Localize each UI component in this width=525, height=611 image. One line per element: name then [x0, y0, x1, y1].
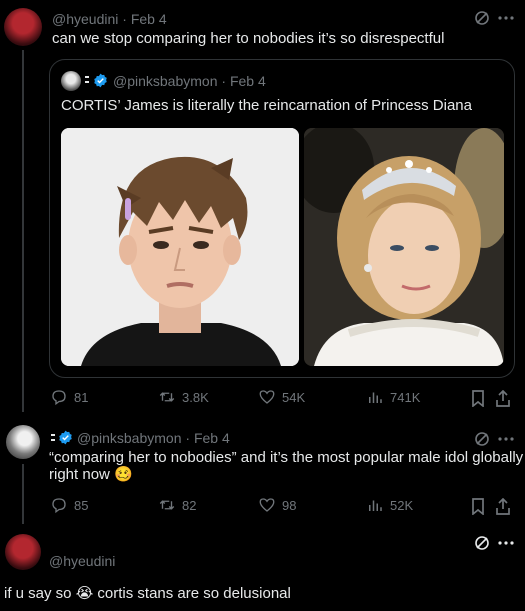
- views-icon: [369, 392, 382, 403]
- separator-dot: ·: [122, 11, 131, 27]
- quote-meta: @pinksbabymon · Feb 4: [113, 73, 266, 89]
- quote-text: CORTIS’ James is literally the reincarna…: [61, 97, 472, 114]
- share-icon[interactable]: [494, 497, 512, 515]
- like-action[interactable]: 98: [258, 496, 296, 514]
- reply-action[interactable]: 85: [50, 496, 88, 514]
- retweet-count: 3.8K: [182, 389, 209, 405]
- like-icon: [259, 390, 275, 404]
- tweet-2-date[interactable]: Feb 4: [194, 430, 230, 446]
- tweet-2-text-line2: right now 🥴: [49, 465, 133, 485]
- woozy-face-emoji: 🥴: [114, 466, 133, 483]
- retweet-action[interactable]: 82: [158, 496, 196, 514]
- grok-icon[interactable]: [473, 430, 491, 448]
- retweet-icon: [159, 392, 175, 402]
- tweet-2-handle[interactable]: @pinksbabymon: [77, 430, 182, 446]
- tweet-2-meta: @pinksbabymon · Feb 4: [77, 430, 230, 446]
- more-icon[interactable]: [496, 430, 516, 448]
- verified-badge-icon: [58, 430, 73, 450]
- like-icon: [259, 498, 275, 512]
- views-action[interactable]: 52K: [366, 496, 413, 514]
- small-dots-icon: [50, 431, 56, 445]
- composer-text[interactable]: if u say so 😭 cortis stans are so delusi…: [4, 584, 291, 604]
- grok-icon[interactable]: [473, 534, 491, 552]
- quote-date[interactable]: Feb 4: [230, 73, 266, 89]
- reply-icon: [52, 390, 66, 406]
- tweet-1-text: can we stop comparing her to nobodies it…: [52, 30, 445, 47]
- loudly-crying-emoji: 😭: [75, 585, 94, 602]
- like-count: 98: [282, 497, 297, 513]
- retweet-icon: [159, 500, 175, 510]
- quote-image-diana[interactable]: [304, 128, 504, 366]
- avatar-hyeudini[interactable]: [4, 8, 42, 46]
- separator-dot: ·: [221, 73, 230, 89]
- quote-image-james[interactable]: [61, 128, 299, 366]
- composer-text-after: cortis stans are so delusional: [97, 585, 291, 602]
- avatar-pinksbabymon-large[interactable]: [6, 425, 40, 459]
- quote-handle[interactable]: @pinksbabymon: [113, 73, 218, 89]
- tweet-1-date[interactable]: Feb 4: [131, 11, 167, 27]
- tweet-2-text-line2-content: right now: [49, 466, 110, 483]
- small-dots-icon: [84, 73, 90, 87]
- views-count: 52K: [390, 497, 414, 513]
- tweet-1-handle[interactable]: @hyeudini: [52, 11, 118, 27]
- verified-badge-icon: [93, 73, 108, 93]
- views-count: 741K: [390, 389, 421, 405]
- reply-count: 81: [74, 389, 89, 405]
- reply-action[interactable]: 81: [50, 388, 88, 406]
- retweet-count: 82: [182, 497, 197, 513]
- like-count: 54K: [282, 389, 306, 405]
- more-icon[interactable]: [496, 534, 516, 552]
- more-icon[interactable]: [496, 9, 516, 27]
- reply-count: 85: [74, 497, 89, 513]
- composer-text-before: if u say so: [4, 585, 72, 602]
- grok-icon[interactable]: [473, 9, 491, 27]
- views-icon: [369, 500, 382, 511]
- like-action[interactable]: 54K: [258, 388, 305, 406]
- reply-icon: [52, 498, 66, 514]
- separator-dot: ·: [185, 430, 194, 446]
- composer-handle: @hyeudini: [49, 553, 116, 569]
- quote-card[interactable]: @pinksbabymon · Feb 4 CORTIS’ James is l…: [49, 59, 515, 378]
- thread-line: [22, 464, 24, 524]
- share-icon[interactable]: [494, 389, 512, 407]
- retweet-action[interactable]: 3.8K: [158, 388, 209, 406]
- views-action[interactable]: 741K: [366, 388, 420, 406]
- tweet-1-meta: @hyeudini · Feb 4: [52, 11, 167, 27]
- avatar-hyeudini-composer[interactable]: [5, 534, 41, 570]
- avatar-pinksbabymon[interactable]: [61, 71, 81, 91]
- bookmark-icon[interactable]: [469, 389, 487, 407]
- thread-line: [22, 50, 24, 412]
- bookmark-icon[interactable]: [469, 497, 487, 515]
